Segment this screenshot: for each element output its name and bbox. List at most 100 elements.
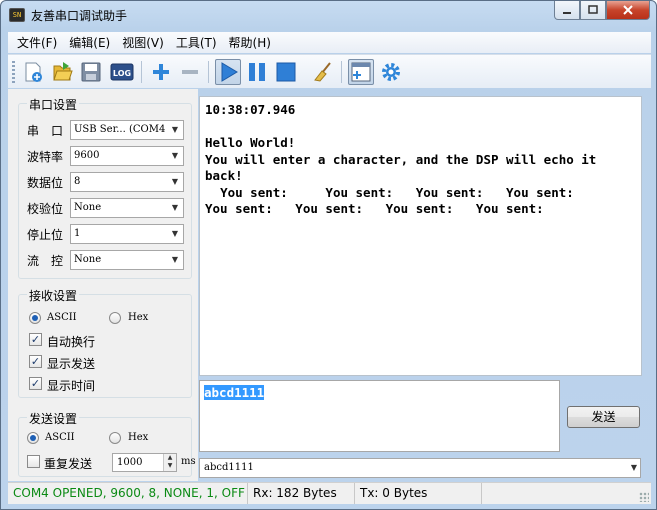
settings-button[interactable]	[378, 59, 404, 85]
serial-settings-group: 串口设置 串 口 USB Ser... (COM4 ▼ 波特率 9600 ▼ 数…	[18, 96, 192, 279]
databits-label: 数据位	[27, 176, 64, 190]
menu-help[interactable]: 帮助(H)	[224, 34, 278, 51]
pause-button[interactable]	[244, 59, 270, 85]
auto-wrap-label: 自动换行	[47, 335, 96, 349]
show-send-label: 显示发送	[47, 357, 96, 371]
new-file-icon	[25, 62, 42, 82]
play-icon	[221, 62, 238, 82]
send-ascii-label: ASCII	[45, 432, 75, 443]
maximize-button[interactable]	[580, 1, 606, 20]
port-select[interactable]: USB Ser... (COM4 ▼	[70, 120, 184, 140]
stopbits-select[interactable]: 1 ▼	[70, 224, 184, 244]
window-title: 友善串口调试助手	[31, 9, 128, 23]
baud-select[interactable]: 9600 ▼	[70, 146, 184, 166]
send-settings-group: 发送设置 ASCII Hex 重复发送 1000 ▲ ▼ ms	[18, 410, 196, 477]
send-history-combo[interactable]: abcd1111 ▼	[199, 458, 641, 478]
receive-settings-group: 接收设置 ASCII Hex ✓ 自动换行 ✓ 显示发送 ✓ 显示时间	[18, 287, 192, 398]
menu-bar: 文件(F) 编辑(E) 视图(V) 工具(T) 帮助(H)	[8, 32, 651, 53]
title-bar[interactable]: SN 友善串口调试助手	[1, 1, 656, 31]
repeat-send-checkbox[interactable]	[27, 455, 40, 468]
log-icon: LOG	[110, 63, 134, 81]
open-button[interactable]	[49, 59, 75, 85]
receive-hex-label: Hex	[128, 312, 149, 323]
show-time-checkbox[interactable]: ✓	[29, 377, 42, 390]
chevron-down-icon: ▼	[630, 463, 637, 472]
receive-ascii-radio[interactable]	[29, 312, 41, 324]
spin-buttons[interactable]: ▲ ▼	[163, 454, 176, 471]
pause-icon	[249, 63, 265, 81]
save-icon	[81, 62, 101, 82]
add-button[interactable]	[148, 59, 174, 85]
send-hex-radio[interactable]	[109, 432, 121, 444]
chevron-down-icon: ▼	[171, 229, 179, 238]
group-title: 接收设置	[27, 287, 80, 304]
send-ascii-radio[interactable]	[27, 432, 39, 444]
svg-text:LOG: LOG	[113, 69, 131, 78]
start-button[interactable]	[215, 59, 241, 85]
toolbar-grip[interactable]	[12, 61, 15, 83]
receive-ascii-label: ASCII	[47, 312, 77, 323]
maximize-icon	[588, 5, 598, 14]
toolbar: LOG	[8, 54, 651, 88]
status-empty-cell	[481, 483, 651, 504]
remove-icon	[182, 70, 198, 74]
chevron-down-icon: ▼	[171, 255, 179, 264]
add-icon	[153, 64, 169, 80]
show-send-checkbox[interactable]: ✓	[29, 355, 42, 368]
status-bar: COM4 OPENED, 9600, 8, NONE, 1, OFF Rx: 1…	[8, 482, 651, 504]
receive-textarea[interactable]: 10:38:07.946 Hello World! You will enter…	[199, 96, 642, 376]
save-button[interactable]	[78, 59, 104, 85]
chevron-down-icon: ▼	[171, 203, 179, 212]
chevron-down-icon: ▼	[171, 177, 179, 186]
receive-hex-radio[interactable]	[109, 312, 121, 324]
stop-button[interactable]	[273, 59, 299, 85]
open-folder-icon	[53, 62, 73, 81]
send-text-selected: abcd1111	[204, 385, 265, 400]
port-label: 串 口	[27, 124, 64, 138]
port-status: COM4 OPENED, 9600, 8, NONE, 1, OFF	[13, 486, 245, 500]
chevron-down-icon: ▼	[171, 125, 179, 134]
send-button[interactable]: 发送	[567, 406, 640, 428]
close-icon	[623, 5, 633, 15]
broom-icon	[314, 62, 331, 82]
stop-icon	[276, 62, 296, 82]
flow-select[interactable]: None ▼	[70, 250, 184, 270]
log-button[interactable]: LOG	[109, 59, 135, 85]
interval-unit-label: ms	[181, 456, 196, 467]
menu-view[interactable]: 视图(V)	[117, 34, 171, 51]
send-textarea[interactable]: abcd1111	[199, 380, 560, 452]
parity-label: 校验位	[27, 202, 64, 216]
rx-count: Rx: 182 Bytes	[247, 483, 337, 504]
group-title: 发送设置	[27, 410, 80, 427]
layout-window-icon	[351, 62, 371, 82]
databits-select[interactable]: 8 ▼	[70, 172, 184, 192]
toolbar-separator	[341, 61, 342, 83]
window-controls	[554, 1, 650, 21]
resize-grip[interactable]	[639, 492, 649, 502]
new-button[interactable]	[20, 59, 46, 85]
clear-button[interactable]	[310, 59, 336, 85]
remove-button[interactable]	[177, 59, 203, 85]
auto-wrap-checkbox[interactable]: ✓	[29, 333, 42, 346]
gear-icon	[382, 63, 400, 81]
toolbar-separator	[141, 61, 142, 83]
menu-edit[interactable]: 编辑(E)	[64, 34, 117, 51]
stopbits-label: 停止位	[27, 228, 64, 242]
chevron-down-icon: ▼	[171, 151, 179, 160]
flow-label: 流 控	[27, 254, 64, 268]
app-icon: SN	[9, 8, 25, 22]
parity-select[interactable]: None ▼	[70, 198, 184, 218]
menu-file[interactable]: 文件(F)	[12, 34, 64, 51]
toolbar-separator	[208, 61, 209, 83]
layout-button[interactable]	[348, 59, 374, 85]
repeat-interval-input[interactable]: 1000 ▲ ▼	[112, 453, 177, 472]
minimize-button[interactable]	[554, 1, 580, 20]
tx-count: Tx: 0 Bytes	[354, 483, 427, 504]
group-title: 串口设置	[27, 96, 80, 113]
app-window: SN 友善串口调试助手 文件(F) 编辑(E) 视图(V) 工具(T) 帮助(H…	[0, 0, 657, 510]
settings-panel: 串口设置 串 口 USB Ser... (COM4 ▼ 波特率 9600 ▼ 数…	[8, 89, 198, 481]
menu-tools[interactable]: 工具(T)	[171, 34, 224, 51]
minimize-icon	[563, 12, 571, 14]
baud-label: 波特率	[27, 150, 64, 164]
close-button[interactable]	[606, 1, 650, 20]
